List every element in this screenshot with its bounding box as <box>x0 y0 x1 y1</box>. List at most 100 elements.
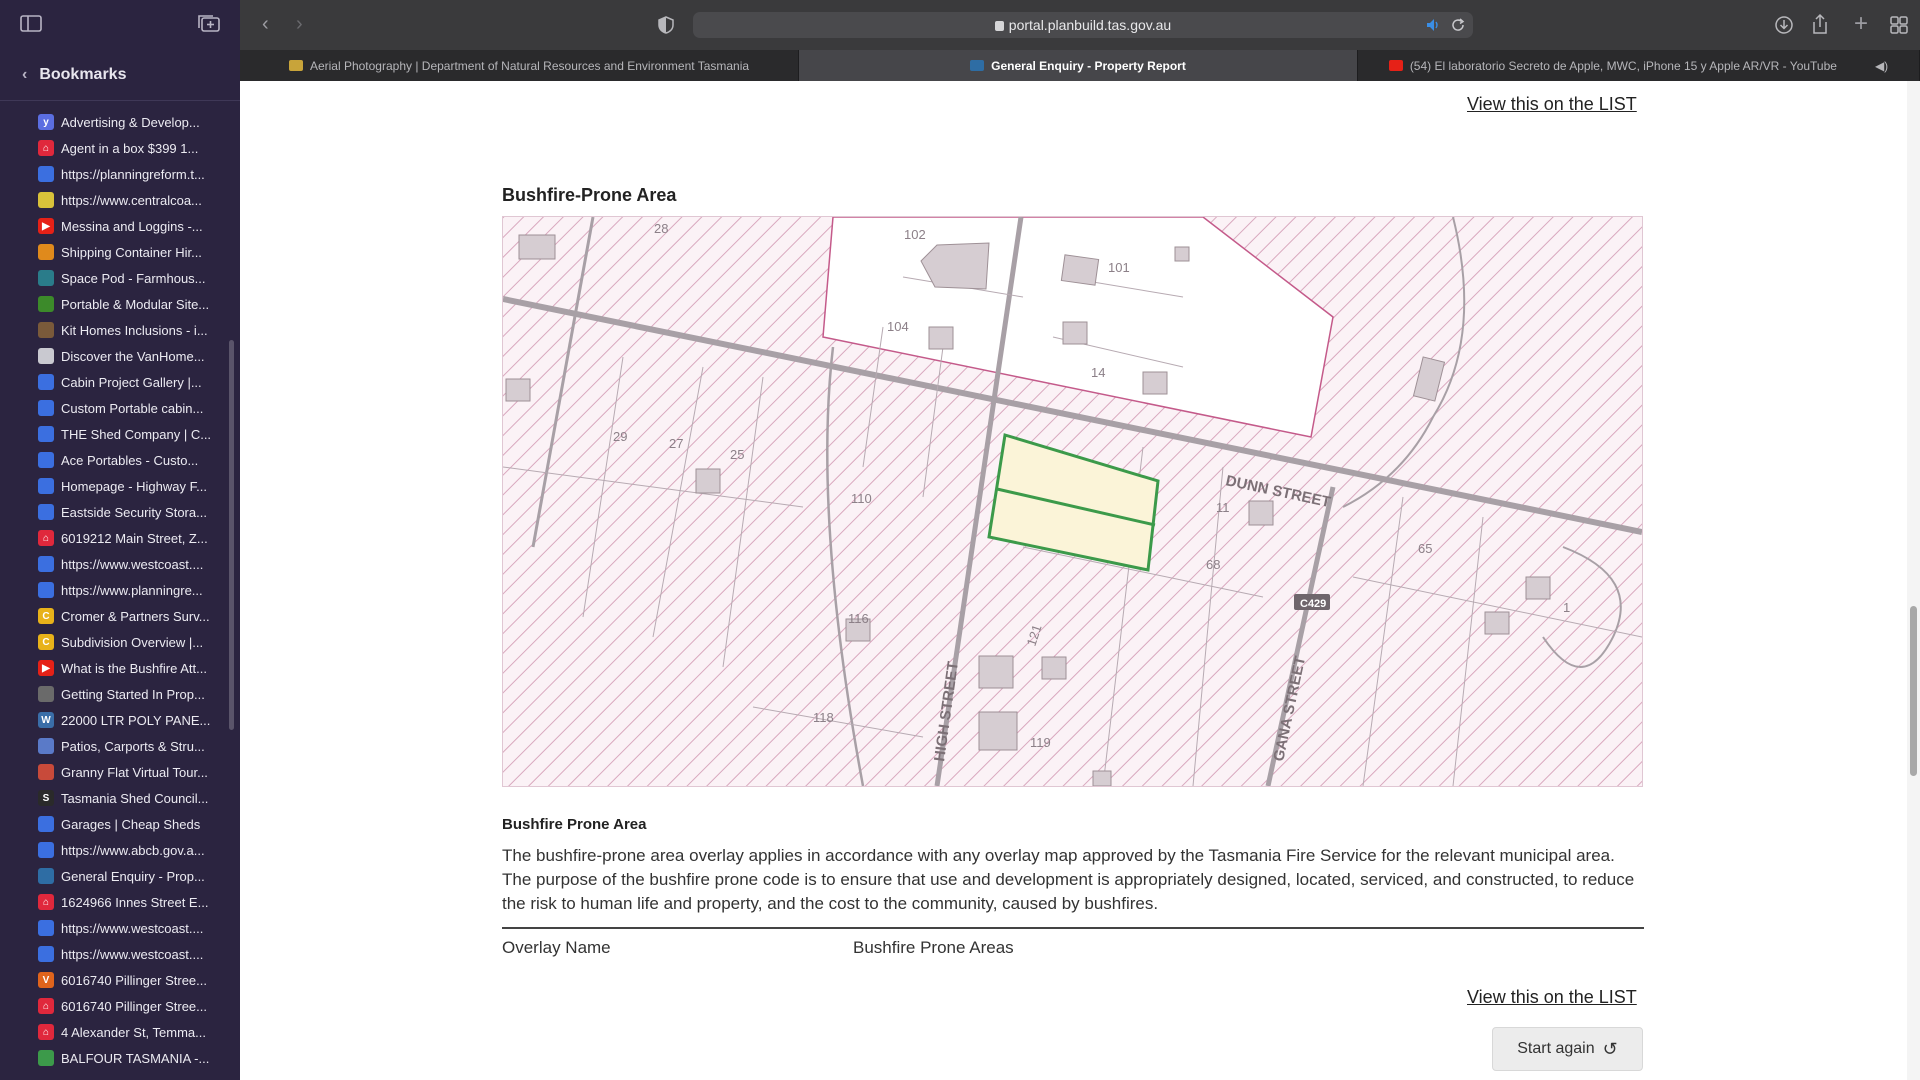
bookmark-item[interactable]: C Subdivision Overview |... <box>38 629 240 655</box>
page-content: View this on the LIST Bushfire-Prone Are… <box>240 81 1907 1080</box>
bookmark-item[interactable]: Cabin Project Gallery |... <box>38 369 240 395</box>
bookmark-item[interactable]: ⌂ Agent in a box $399 1... <box>38 135 240 161</box>
lock-icon <box>994 21 1004 31</box>
bookmark-label: Garages | Cheap Sheds <box>61 816 201 832</box>
forward-icon[interactable]: › <box>296 13 303 36</box>
bushfire-map[interactable]: 28 102 101 104 14 29 27 25 110 11 65 68 … <box>502 216 1643 787</box>
lot-label: 1 <box>1563 600 1570 615</box>
bookmark-item[interactable]: Space Pod - Farmhous... <box>38 265 240 291</box>
share-icon[interactable] <box>1811 13 1829 35</box>
bookmark-item[interactable]: Portable & Modular Site... <box>38 291 240 317</box>
bookmark-favicon-icon: V <box>38 972 54 988</box>
tab-youtube[interactable]: (54) El laboratorio Secreto de Apple, MW… <box>1358 50 1920 81</box>
bookmark-label: THE Shed Company | C... <box>61 426 212 442</box>
bookmark-item[interactable]: https://www.planningre... <box>38 577 240 603</box>
address-bar[interactable]: portal.planbuild.tas.gov.au <box>693 12 1473 38</box>
bookmark-item[interactable]: S Tasmania Shed Council... <box>38 785 240 811</box>
bookmark-favicon-icon: y <box>38 114 54 130</box>
bookmark-favicon-icon: S <box>38 790 54 806</box>
bookmark-label: Messina and Loggins -... <box>61 218 203 234</box>
bookmark-label: 6016740 Pillinger Stree... <box>61 972 207 988</box>
bookmark-favicon-icon <box>38 244 54 260</box>
bookmark-item[interactable]: https://www.westcoast.... <box>38 941 240 967</box>
new-tab-group-icon[interactable] <box>198 14 222 34</box>
tab-overview-icon[interactable] <box>1890 16 1908 34</box>
tab-general-enquiry[interactable]: General Enquiry - Property Report <box>799 50 1358 81</box>
new-tab-icon[interactable]: + <box>1854 10 1868 38</box>
bookmark-favicon-icon <box>38 374 54 390</box>
bookmark-item[interactable]: Ace Portables - Custo... <box>38 447 240 473</box>
chevron-left-icon[interactable]: ‹ <box>22 66 27 84</box>
bookmark-item[interactable]: Garages | Cheap Sheds <box>38 811 240 837</box>
bookmark-label: Kit Homes Inclusions - i... <box>61 322 208 338</box>
lot-label: 119 <box>1030 735 1051 750</box>
bookmark-item[interactable]: https://www.centralcoa... <box>38 187 240 213</box>
bookmark-label: Cabin Project Gallery |... <box>61 374 202 390</box>
bookmark-item[interactable]: https://planningreform.t... <box>38 161 240 187</box>
start-again-button[interactable]: Start again ↺ <box>1492 1027 1643 1071</box>
bookmark-item[interactable]: Patios, Carports & Stru... <box>38 733 240 759</box>
bookmark-item[interactable]: ⌂ 1624966 Innes Street E... <box>38 889 240 915</box>
bookmark-favicon-icon <box>38 452 54 468</box>
bookmark-item[interactable]: https://www.abcb.gov.a... <box>38 837 240 863</box>
bookmark-favicon-icon <box>38 296 54 312</box>
bookmark-item[interactable]: Shipping Container Hir... <box>38 239 240 265</box>
lot-label: 116 <box>848 611 869 626</box>
tab-title: (54) El laboratorio Secreto de Apple, MW… <box>1409 58 1837 73</box>
overlay-name-value: Bushfire Prone Areas <box>853 938 1014 957</box>
bookmark-item[interactable]: Granny Flat Virtual Tour... <box>38 759 240 785</box>
audio-playing-icon[interactable] <box>1425 17 1441 33</box>
bookmark-favicon-icon <box>38 478 54 494</box>
view-on-list-link-bottom[interactable]: View this on the LIST <box>1467 987 1637 1008</box>
bookmark-item[interactable]: Getting Started In Prop... <box>38 681 240 707</box>
lot-label: 28 <box>654 221 668 236</box>
bookmark-favicon-icon: ▶ <box>38 660 54 676</box>
bookmark-item[interactable]: Custom Portable cabin... <box>38 395 240 421</box>
bookmark-label: Tasmania Shed Council... <box>61 790 209 806</box>
bookmark-item[interactable]: THE Shed Company | C... <box>38 421 240 447</box>
bookmark-item[interactable]: ⌂ 4 Alexander St, Temma... <box>38 1019 240 1045</box>
scrollbar-thumb[interactable] <box>1910 606 1917 776</box>
bookmark-item[interactable]: ▶ Messina and Loggins -... <box>38 213 240 239</box>
bookmark-item[interactable]: General Enquiry - Prop... <box>38 863 240 889</box>
bookmark-label: Eastside Security Stora... <box>61 504 207 520</box>
sidebar-scrollbar[interactable] <box>229 340 234 730</box>
bookmark-favicon-icon: ⌂ <box>38 1024 54 1040</box>
bookmark-item[interactable]: y Advertising & Develop... <box>38 109 240 135</box>
start-again-label: Start again <box>1517 1040 1595 1057</box>
bookmark-item[interactable]: W 22000 LTR POLY PANE... <box>38 707 240 733</box>
bookmark-favicon-icon <box>38 842 54 858</box>
bookmark-label: Agent in a box $399 1... <box>61 140 199 156</box>
bookmark-item[interactable]: https://www.westcoast.... <box>38 551 240 577</box>
bookmark-label: https://planningreform.t... <box>61 166 205 182</box>
bookmark-item[interactable]: Kit Homes Inclusions - i... <box>38 317 240 343</box>
back-icon[interactable]: ‹ <box>262 13 269 36</box>
bookmarks-header[interactable]: ‹ Bookmarks <box>0 50 240 100</box>
bookmark-item[interactable]: ▶ What is the Bushfire Att... <box>38 655 240 681</box>
lot-label: 101 <box>1108 260 1130 275</box>
tab-audio-icon[interactable]: ◀) <box>1875 59 1888 73</box>
page-scrollbar[interactable] <box>1907 81 1920 1080</box>
tab-aerial-photography[interactable]: Aerial Photography | Department of Natur… <box>240 50 799 81</box>
view-on-list-link-top[interactable]: View this on the LIST <box>1467 94 1637 115</box>
tab-favicon-icon <box>970 60 985 71</box>
privacy-shield-icon[interactable] <box>658 16 674 34</box>
bookmark-item[interactable]: BALFOUR TASMANIA -... <box>38 1045 240 1071</box>
bookmark-item[interactable]: Homepage - Highway F... <box>38 473 240 499</box>
bookmark-favicon-icon <box>38 322 54 338</box>
bookmark-item[interactable]: Discover the VanHome... <box>38 343 240 369</box>
bookmark-item[interactable]: https://www.westcoast.... <box>38 915 240 941</box>
bookmark-item[interactable]: ⌂ 6019212 Main Street, Z... <box>38 525 240 551</box>
tab-title: General Enquiry - Property Report <box>991 58 1186 73</box>
sidebar-toggle-icon[interactable] <box>20 14 44 34</box>
downloads-icon[interactable] <box>1774 15 1794 35</box>
bookmark-item[interactable]: ⌂ 6016740 Pillinger Stree... <box>38 993 240 1019</box>
bookmark-item[interactable]: Eastside Security Stora... <box>38 499 240 525</box>
lot-label: 104 <box>887 319 909 334</box>
bookmark-item[interactable]: V 6016740 Pillinger Stree... <box>38 967 240 993</box>
bookmark-item[interactable]: C Cromer & Partners Surv... <box>38 603 240 629</box>
bookmark-favicon-icon <box>38 400 54 416</box>
bookmark-label: Homepage - Highway F... <box>61 478 207 494</box>
reload-icon[interactable] <box>1450 17 1466 33</box>
bookmark-favicon-icon <box>38 946 54 962</box>
